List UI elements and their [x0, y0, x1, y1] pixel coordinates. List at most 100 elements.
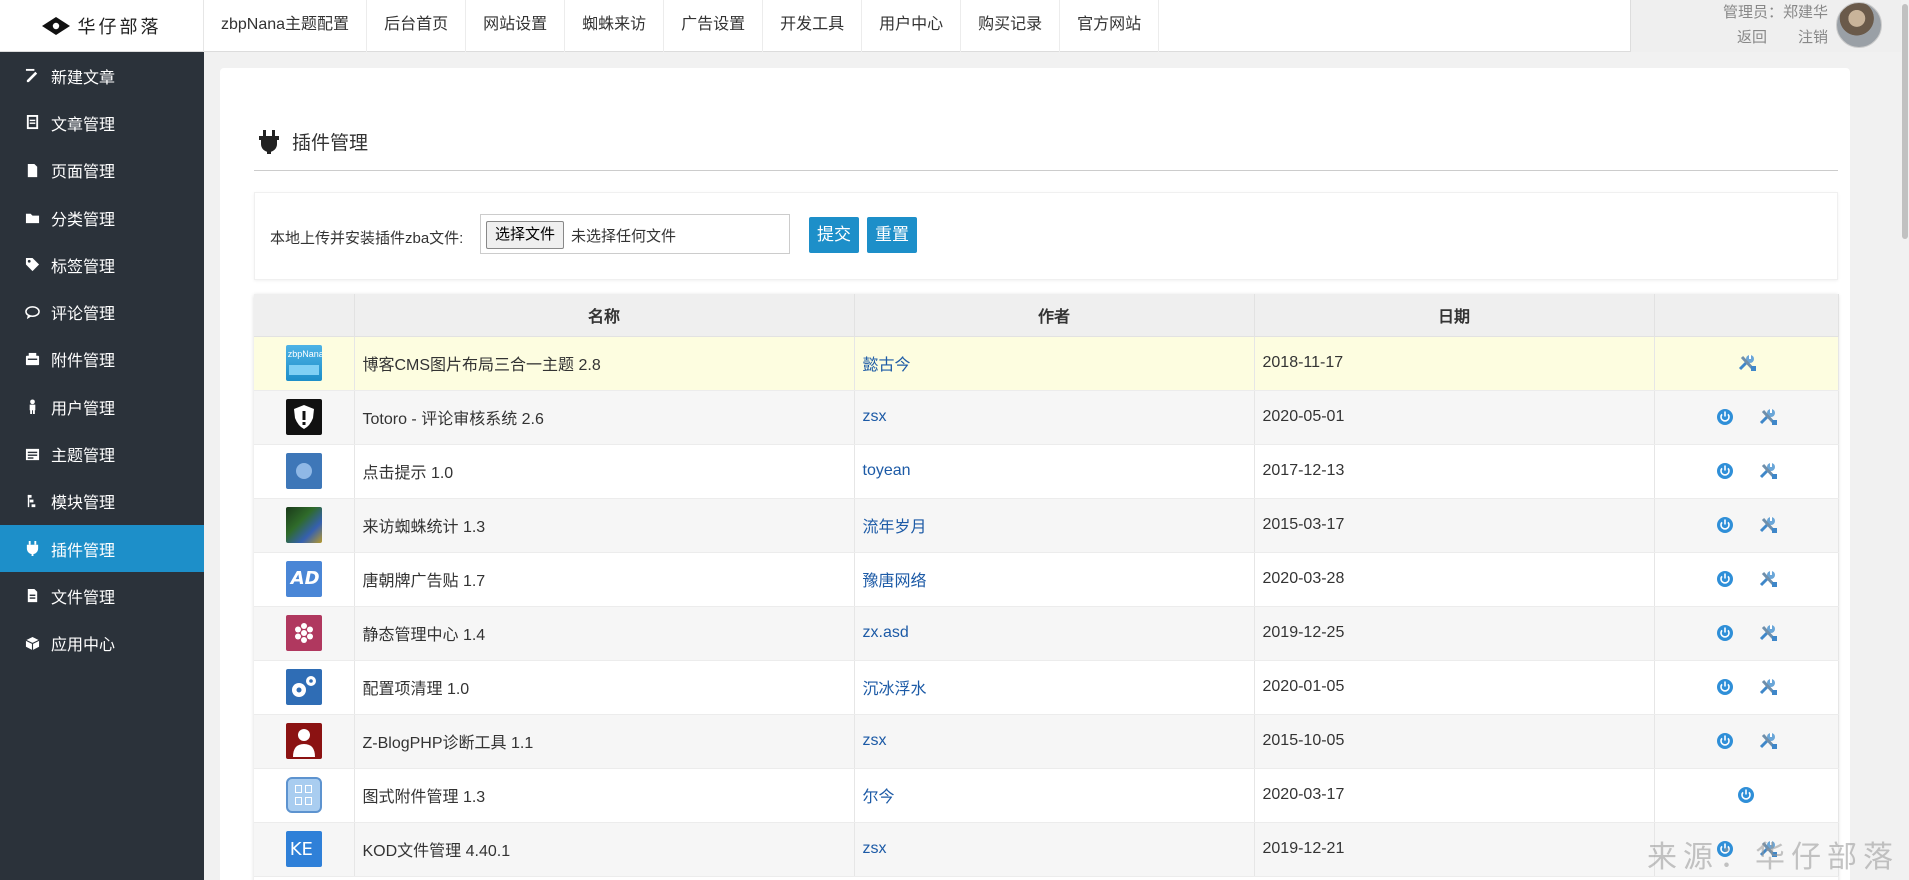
settings-tools-icon[interactable]	[1758, 408, 1777, 426]
sidebar-item-label: 附件管理	[51, 353, 116, 371]
topnav-item-7[interactable]: 购买记录	[961, 0, 1061, 52]
page-title-text: 插件管理	[292, 133, 369, 154]
choose-file-button[interactable]: 选择文件	[486, 221, 565, 249]
title-divider	[254, 170, 1838, 171]
plugin-author-link[interactable]: zx.asd	[854, 606, 1255, 661]
plugin-author-link[interactable]: zsx	[854, 390, 1255, 445]
topnav-item-6[interactable]: 用户中心	[862, 0, 962, 52]
upload-form: 本地上传并安装插件zba文件: 选择文件 未选择任何文件 提交 重置	[254, 192, 1838, 280]
power-toggle-icon[interactable]	[1716, 516, 1734, 534]
settings-tools-icon[interactable]	[1758, 732, 1777, 750]
plugin-icon-cell	[254, 768, 355, 823]
plugin-date: 2015-10-05	[1254, 714, 1655, 769]
settings-tools-icon[interactable]	[1758, 462, 1777, 480]
sidebar-item-4[interactable]: 标签管理	[0, 241, 204, 288]
attachment-icon	[24, 351, 40, 367]
settings-tools-icon[interactable]	[1758, 624, 1777, 642]
plugin-table-container: 名称 作者 日期 zbpNana 博客CMS图片布局三合一主题 2.8 懿古今 201…	[254, 294, 1839, 880]
plugin-name: Totoro - 评论审核系统 2.6	[354, 390, 855, 445]
plugin-name: 配置项清理 1.0	[354, 660, 855, 715]
header-date: 日期	[1254, 294, 1655, 337]
power-toggle-icon[interactable]	[1737, 786, 1755, 804]
plugin-author-link[interactable]: zsx	[854, 714, 1255, 769]
reset-button[interactable]: 重置	[867, 217, 917, 253]
sidebar-item-2[interactable]: 页面管理	[0, 147, 204, 194]
header-name: 名称	[354, 294, 855, 337]
power-toggle-icon[interactable]	[1716, 678, 1734, 696]
sidebar: 新建文章 文章管理 页面管理 分类管理 标签管理 评论管理附件管理用户管理主题管理 模块管理…	[0, 52, 204, 880]
back-link[interactable]: 返回	[1737, 26, 1767, 47]
plugin-name: Z-BlogPHP诊断工具 1.1	[354, 714, 855, 769]
plugin-table: 名称 作者 日期 zbpNana 博客CMS图片布局三合一主题 2.8 懿古今 201…	[254, 294, 1839, 877]
plugin-icon-cell	[254, 714, 355, 769]
sidebar-item-3[interactable]: 分类管理	[0, 194, 204, 241]
articles-icon	[24, 115, 40, 131]
plugin-author-link[interactable]: zsx	[854, 822, 1255, 877]
plugin-actions	[1654, 390, 1839, 445]
sidebar-item-11[interactable]: 文件管理	[0, 572, 204, 619]
topnav-item-8[interactable]: 官方网站	[1060, 0, 1160, 52]
settings-tools-icon[interactable]	[1758, 570, 1777, 588]
power-toggle-icon[interactable]	[1716, 570, 1734, 588]
sidebar-item-0[interactable]: 新建文章	[0, 52, 204, 99]
upload-label: 本地上传并安装插件zba文件:	[270, 230, 464, 247]
plugin-author-link[interactable]: 懿古今	[854, 336, 1255, 391]
sidebar-item-label: 插件管理	[51, 542, 116, 560]
main-area: 插件管理 本地上传并安装插件zba文件: 选择文件 未选择任何文件 提交 重置 …	[204, 52, 1909, 880]
scrollbar-thumb[interactable]	[1902, 4, 1908, 239]
file-input[interactable]: 选择文件 未选择任何文件	[480, 214, 790, 254]
plugin-icon-cell: zbpNana	[254, 336, 355, 391]
power-toggle-icon[interactable]	[1716, 732, 1734, 750]
sidebar-item-6[interactable]: 附件管理	[0, 336, 204, 383]
sidebar-item-12[interactable]: 应用中心	[0, 620, 204, 667]
folder-icon	[24, 210, 40, 226]
topnav-item-1[interactable]: 后台首页	[367, 0, 467, 52]
sidebar-item-10[interactable]: 插件管理	[0, 524, 204, 573]
sidebar-item-7[interactable]: 用户管理	[0, 383, 204, 430]
plugin-icon-cell	[254, 444, 355, 499]
sidebar-item-9[interactable]: 模块管理	[0, 478, 204, 525]
plugin-date: 2015-03-17	[1254, 498, 1655, 553]
plugin-author-link[interactable]: 流年岁月	[854, 498, 1255, 553]
sidebar-item-label: 用户管理	[51, 400, 116, 418]
topnav-item-4[interactable]: 广告设置	[664, 0, 764, 52]
click-tip-icon	[285, 453, 322, 489]
topnav-item-3[interactable]: 蜘蛛来访	[565, 0, 665, 52]
settings-tools-icon[interactable]	[1758, 516, 1777, 534]
header-actions	[1654, 294, 1839, 337]
plugin-author-link[interactable]: toyean	[854, 444, 1255, 499]
brand-logo[interactable]: 华仔部落	[0, 0, 204, 52]
plugin-actions	[1654, 552, 1839, 607]
logout-link[interactable]: 注销	[1798, 26, 1828, 47]
power-toggle-icon[interactable]	[1716, 624, 1734, 642]
plugin-icon-cell: KE	[254, 822, 355, 877]
sidebar-item-8[interactable]: 主题管理	[0, 430, 204, 477]
settings-tools-icon[interactable]	[1737, 354, 1756, 372]
sidebar-item-1[interactable]: 文章管理	[0, 99, 204, 146]
scrollbar[interactable]	[1901, 0, 1909, 880]
avatar[interactable]	[1836, 2, 1882, 48]
plugin-author-link[interactable]: 尔今	[854, 768, 1255, 823]
plugin-author-link[interactable]: 沉冰浮水	[854, 660, 1255, 715]
plugin-icon-cell	[254, 498, 355, 553]
plug-icon	[259, 129, 279, 154]
table-header-row: 名称 作者 日期	[254, 294, 1839, 337]
power-toggle-icon[interactable]	[1716, 408, 1734, 426]
topnav-item-5[interactable]: 开发工具	[763, 0, 863, 52]
logo-diamond-icon	[41, 17, 70, 35]
topnav-item-2[interactable]: 网站设置	[466, 0, 566, 52]
table-row: 配置项清理 1.0 沉冰浮水 2020-01-05	[254, 660, 1839, 715]
attachment-grid-icon	[285, 777, 322, 813]
sidebar-item-5[interactable]: 评论管理	[0, 288, 204, 335]
plugin-name: 来访蜘蛛统计 1.3	[354, 498, 855, 553]
plugin-author-link[interactable]: 豫唐网络	[854, 552, 1255, 607]
table-row: AD 唐朝牌广告贴 1.7 豫唐网络 2020-03-28	[254, 552, 1839, 607]
admin-panel: 管理员：郑建华 返回 注销	[1630, 0, 1909, 52]
power-toggle-icon[interactable]	[1716, 462, 1734, 480]
submit-button[interactable]: 提交	[809, 217, 859, 253]
plugin-icon-cell	[254, 390, 355, 445]
settings-tools-icon[interactable]	[1758, 678, 1777, 696]
topnav-item-0[interactable]: zbpNana主题配置	[204, 0, 368, 52]
plugin-actions	[1654, 714, 1839, 769]
table-row: Totoro - 评论审核系统 2.6 zsx 2020-05-01	[254, 390, 1839, 445]
